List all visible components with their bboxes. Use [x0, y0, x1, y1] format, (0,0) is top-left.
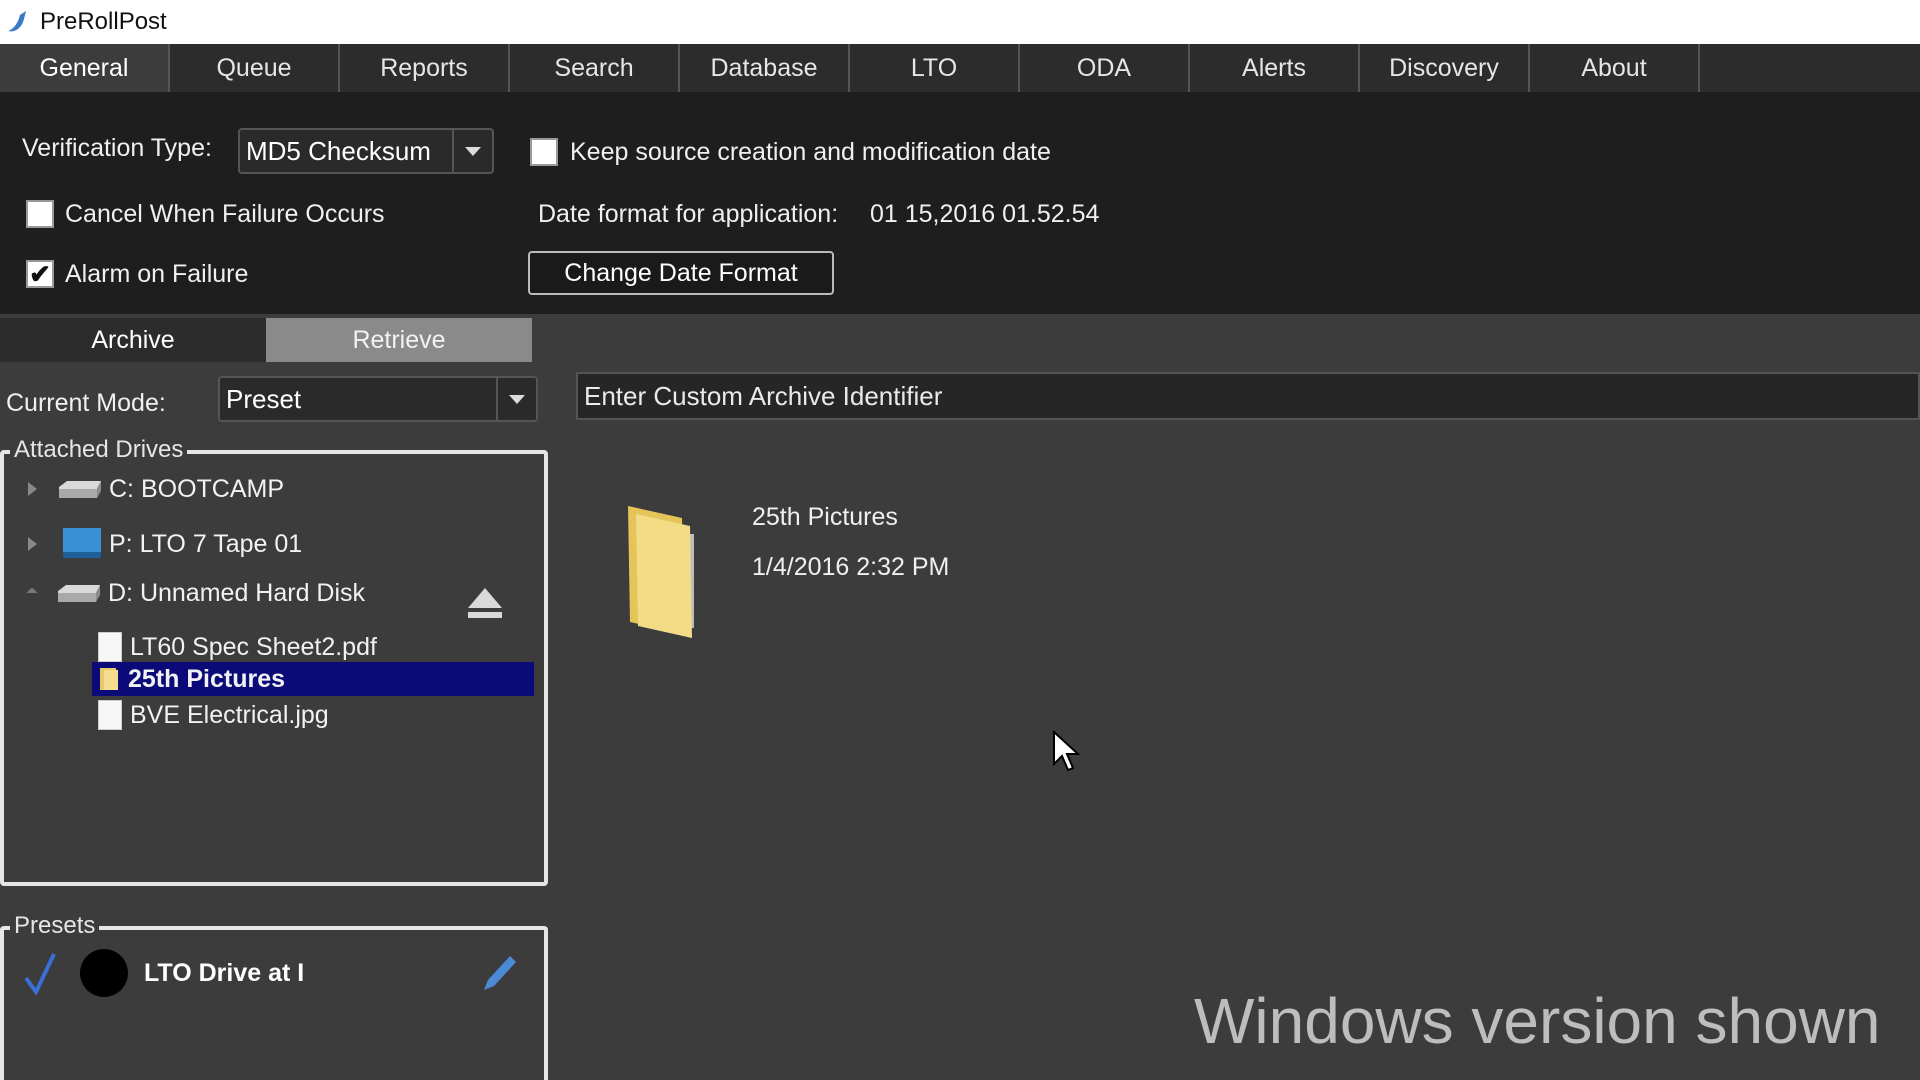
file-row[interactable]: LT60 Spec Sheet2.pdf — [98, 630, 377, 664]
checkmark-icon: ✔ — [29, 258, 51, 289]
keep-dates-label: Keep source creation and modification da… — [570, 138, 1051, 166]
tab-archive[interactable]: Archive — [0, 318, 266, 362]
date-format-value: 01 15,2016 01.52.54 — [870, 200, 1100, 228]
dropdown-arrow — [496, 378, 536, 420]
tab-oda[interactable]: ODA — [1020, 44, 1190, 92]
alarm-on-failure-checkbox[interactable]: ✔ — [26, 258, 54, 289]
date-format-label: Date format for application: — [538, 200, 839, 228]
change-date-format-button[interactable]: Change Date Format — [528, 251, 834, 295]
drive-c-row[interactable]: C: BOOTCAMP — [28, 472, 284, 506]
preview-name: 25th Pictures — [752, 503, 898, 531]
app-logo-icon — [8, 11, 26, 32]
hard-drive-icon — [58, 585, 100, 602]
dropdown-arrow — [452, 130, 492, 172]
window-title: PreRollPost — [40, 8, 167, 35]
presets-label: Presets — [10, 912, 100, 940]
preset-name: LTO Drive at I — [144, 958, 305, 987]
drive-label: C: BOOTCAMP — [109, 474, 285, 503]
folder-icon — [100, 668, 118, 690]
preview-date: 1/4/2016 2:32 PM — [752, 553, 950, 581]
expand-arrow-icon[interactable] — [28, 482, 37, 496]
preset-status-dot — [80, 949, 128, 997]
archive-retrieve-tabs: Archive Retrieve — [0, 318, 532, 362]
collapse-arrow-icon[interactable] — [26, 587, 38, 599]
chevron-down-icon — [509, 394, 525, 404]
current-mode-dropdown[interactable]: Preset — [218, 376, 538, 422]
drive-label: P: LTO 7 Tape 01 — [109, 529, 303, 558]
cancel-on-failure-checkbox[interactable] — [26, 200, 54, 228]
archive-identifier-input[interactable]: Enter Custom Archive Identifier — [576, 372, 1920, 420]
tab-lto[interactable]: LTO — [850, 44, 1020, 92]
tab-database[interactable]: Database — [680, 44, 850, 92]
keep-dates-checkbox[interactable] — [530, 138, 558, 166]
tab-search[interactable]: Search — [510, 44, 680, 92]
watermark-text: Windows version shown — [1194, 985, 1881, 1057]
file-icon — [98, 700, 122, 730]
tab-about[interactable]: About — [1530, 44, 1700, 92]
file-label: LT60 Spec Sheet2.pdf — [130, 632, 377, 661]
verification-type-label: Verification Type: — [22, 134, 212, 162]
edit-pencil-icon[interactable] — [478, 952, 518, 994]
current-mode-label: Current Mode: — [6, 389, 166, 417]
title-bar: PreRollPost — [0, 0, 1920, 44]
tab-discovery[interactable]: Discovery — [1360, 44, 1530, 92]
tab-queue[interactable]: Queue — [170, 44, 340, 92]
verification-type-value: MD5 Checksum — [246, 135, 431, 166]
expand-arrow-icon[interactable] — [28, 537, 37, 551]
file-icon — [98, 632, 122, 662]
alarm-on-failure-label: Alarm on Failure — [65, 260, 249, 288]
cancel-on-failure-label: Cancel When Failure Occurs — [65, 200, 385, 228]
hard-drive-icon — [59, 481, 101, 498]
chevron-down-icon — [465, 146, 481, 156]
file-row-selected[interactable]: 25th Pictures — [92, 662, 534, 696]
main-tab-bar: General Queue Reports Search Database LT… — [0, 44, 1920, 92]
drive-d-row[interactable]: D: Unnamed Hard Disk — [26, 576, 366, 610]
checkmark-icon — [24, 953, 56, 996]
eject-icon[interactable] — [466, 584, 504, 622]
verification-type-dropdown[interactable]: MD5 Checksum — [238, 128, 494, 174]
mouse-cursor-icon — [1053, 730, 1081, 772]
drive-p-row[interactable]: P: LTO 7 Tape 01 — [28, 524, 302, 564]
tab-retrieve[interactable]: Retrieve — [266, 318, 532, 362]
folder-preview-icon — [628, 506, 694, 638]
file-row[interactable]: BVE Electrical.jpg — [98, 698, 329, 732]
attached-drives-label: Attached Drives — [10, 436, 188, 464]
tab-general[interactable]: General — [0, 44, 170, 92]
file-label: 25th Pictures — [128, 664, 286, 693]
tape-drive-icon — [63, 528, 101, 558]
file-label: BVE Electrical.jpg — [130, 700, 329, 729]
drive-label: D: Unnamed Hard Disk — [108, 578, 366, 607]
tab-reports[interactable]: Reports — [340, 44, 510, 92]
tab-alerts[interactable]: Alerts — [1190, 44, 1360, 92]
current-mode-value: Preset — [226, 383, 302, 414]
preset-row[interactable]: LTO Drive at I — [20, 948, 520, 998]
